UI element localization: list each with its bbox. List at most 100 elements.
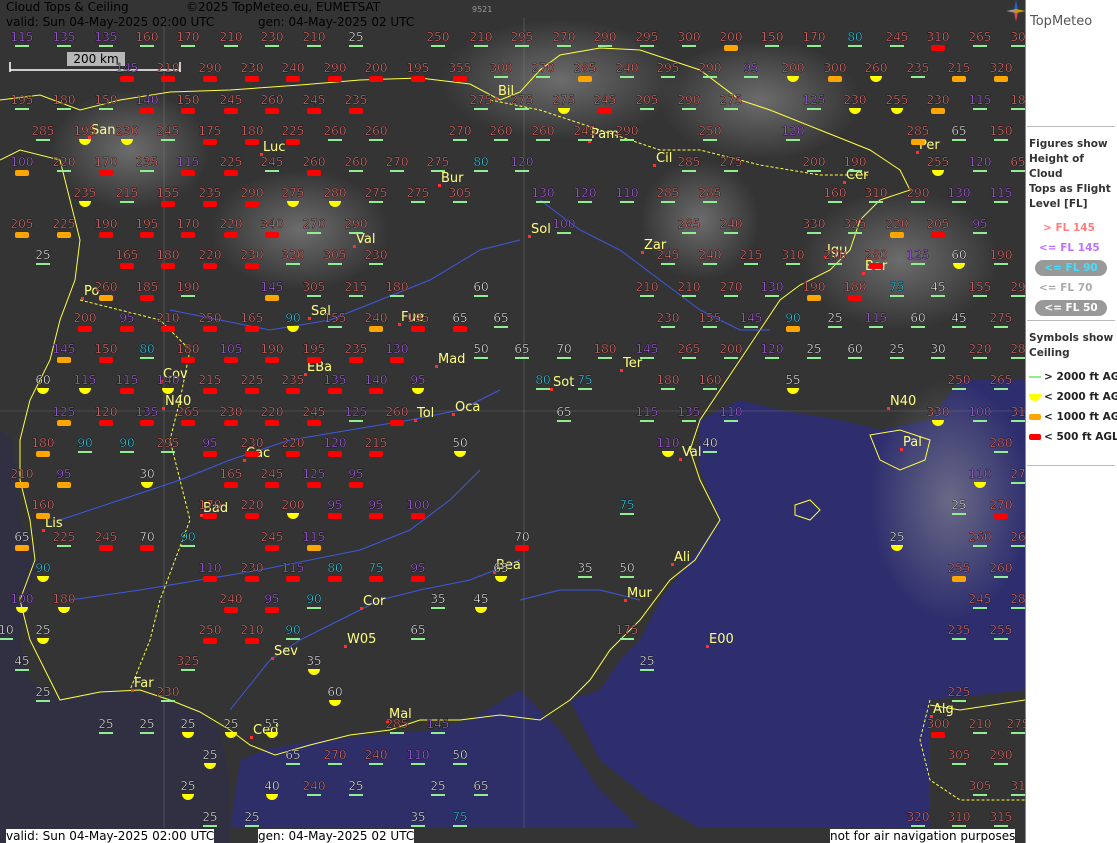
flight-level-label: 260 [324, 124, 347, 138]
flight-level-label: 145 [261, 280, 284, 294]
flight-level-label: 305 [303, 280, 326, 294]
city-label: W05 [347, 632, 376, 647]
cloud-top-station: 25 [889, 342, 905, 359]
cloud-top-station: 120 [760, 342, 784, 359]
cloud-top-station: 275 [719, 155, 743, 172]
figures-title-line: Height of Cloud [1029, 153, 1084, 180]
red-rect-icon [1029, 434, 1041, 440]
scale-label: 200 km [73, 52, 118, 66]
city-label: Pal [903, 435, 922, 450]
city-marker: W05 [344, 632, 376, 648]
flight-level-label: 75 [452, 810, 467, 824]
cloud-top-station: 125 [906, 248, 930, 265]
flight-level-label: 245 [261, 467, 284, 481]
flight-level-label: 220 [199, 248, 222, 262]
cloud-top-station: 115 [10, 30, 34, 47]
cloud-top-station: 65 [452, 311, 468, 332]
legend-ceiling-above-2000: > 2000 ft AGL [1027, 367, 1117, 387]
cloud-top-station: 75 [889, 280, 905, 297]
city-marker: Ter [620, 356, 643, 372]
cloud-top-station: 45 [14, 654, 30, 671]
flight-level-label: 285 [678, 155, 701, 169]
ceiling-1000-mark [57, 482, 71, 488]
flight-level-label: 240 [720, 217, 743, 231]
cloud-top-station: 240 [719, 217, 743, 234]
flight-level-label: 75 [577, 373, 592, 387]
flight-level-label: 180 [32, 436, 55, 450]
flight-level-label: 270 [532, 61, 555, 75]
cloud-top-station: 210 [469, 30, 493, 47]
cloud-top-station: 280 [989, 436, 1013, 453]
flight-level-label: 245 [303, 405, 326, 419]
flight-level-label: 25 [889, 342, 904, 356]
ceiling-500-mark [286, 139, 300, 145]
flight-level-label: 315 [990, 810, 1013, 824]
flight-level-label: 300 [678, 30, 701, 44]
ceiling-500-mark [203, 576, 217, 582]
flight-level-label: 30 [1010, 30, 1025, 44]
flight-level-label: 285 [386, 717, 409, 731]
flight-level-label: 240 [282, 61, 305, 75]
cloud-top-station: 110 [719, 405, 743, 422]
cloud-top-station: 235 [947, 623, 971, 640]
cloud-top-station: 95 [348, 467, 364, 488]
ceiling-500-mark [99, 232, 113, 238]
flight-level-label: 60 [35, 373, 50, 387]
cloud-top-station: 270 [823, 248, 847, 265]
ceiling-500-mark [931, 45, 945, 51]
flight-level-label: 300 [927, 717, 950, 731]
figures-title: Figures show Height of Cloud Tops as Fli… [1027, 127, 1115, 212]
cloud-top-station: 25 [35, 248, 51, 265]
flight-level-label: 145 [636, 342, 659, 356]
cloud-top-station: 95 [743, 61, 759, 78]
flight-level-label: 145 [53, 342, 76, 356]
flight-level-label: 50 [452, 748, 467, 762]
flight-level-label: 225 [948, 685, 971, 699]
flight-level-label: 260 [303, 155, 326, 169]
cloud-top-station: 50 [452, 748, 468, 765]
cloud-top-station: 80 [473, 155, 489, 172]
flight-level-label: 35 [410, 810, 425, 824]
ceiling-500-mark [349, 482, 363, 488]
cloud-top-station: 65 [556, 405, 572, 422]
cloud-top-station: 100 [968, 405, 992, 422]
cloud-top-station: 95 [368, 498, 384, 519]
cloud-top-station: 130 [531, 186, 555, 203]
flight-level-label: 30 [139, 467, 154, 481]
flight-level-label: 65 [473, 779, 488, 793]
cloud-top-station: 285 [31, 124, 55, 141]
flight-level-label: 28 [1010, 592, 1025, 606]
ceiling-500-mark [265, 420, 279, 426]
ceiling-500-mark [203, 263, 217, 269]
flight-level-label: 250 [199, 311, 222, 325]
ceiling-1000-mark [99, 295, 113, 301]
flight-level-label: 65 [1010, 155, 1025, 169]
flight-level-label: 175 [199, 124, 222, 138]
ceiling-500-mark [224, 108, 238, 114]
cloud-top-station: 270 [323, 748, 347, 765]
ceiling-1000-mark [36, 513, 50, 519]
flight-level-label: 250 [199, 623, 222, 637]
cloud-top-station: 35 [577, 561, 593, 578]
flight-level-label: 310 [948, 810, 971, 824]
ceiling-500-mark [307, 108, 321, 114]
cloud-top-station: 290 [698, 61, 722, 78]
cloud-top-station: 155 [968, 280, 992, 297]
flight-level-label: 135 [678, 405, 701, 419]
flight-level-label: 95 [264, 592, 279, 606]
legend-ceiling-below-1000: < 1000 ft AGL [1027, 407, 1117, 427]
flight-level-label: 305 [969, 779, 992, 793]
cloud-top-station: 95 [202, 436, 218, 457]
city-marker: Sot [550, 375, 574, 391]
flight-level-label: 295 [657, 61, 680, 75]
flight-level-label: 310 [927, 30, 950, 44]
flight-level-label: 65 [514, 342, 529, 356]
flight-level-label: 155 [969, 280, 992, 294]
cloud-top-station: 135 [677, 405, 701, 422]
flight-level-label: 330 [803, 217, 826, 231]
cloud-top-station: 120 [781, 124, 805, 141]
ceiling-1000-mark [952, 76, 966, 82]
flight-level-label: 180 [177, 342, 200, 356]
flight-level-label: 130 [386, 342, 409, 356]
ceiling-500-mark [203, 388, 217, 394]
